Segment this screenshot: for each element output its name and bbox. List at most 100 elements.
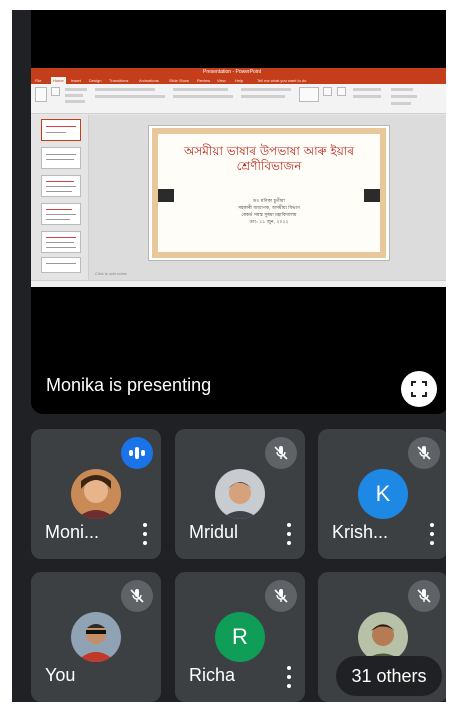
ppt-tab-transitions: Transitions [109,78,129,83]
thumb-line [46,247,76,248]
audio-bar [141,450,145,456]
participant-tile[interactable]: Moni... [31,429,161,559]
avatar [71,469,121,519]
ppt-ribbon-tabs: File Home Insert Design Transitions Anim… [31,77,446,84]
more-options-button[interactable] [141,523,149,545]
slide-designation: সহকাৰী অধ্যাপক, অসমীয়া বিভাগ [238,206,300,211]
others-button[interactable]: 31 others [336,656,442,696]
thumb-line [46,214,76,215]
presentation-stage[interactable]: Presentation - PowerPoint File Home Inse… [31,10,446,414]
align-text [241,95,285,98]
mic-off-glyph [274,446,288,460]
thumb-line [46,154,76,155]
slide-college: ৰেকৰ্ড সমস্ত সুৰমা মহাবিদ্যালয় [241,213,297,218]
shape-fill [353,88,381,91]
thumb-line [46,219,70,220]
dot-icon [143,541,147,545]
audio-bar [129,450,133,456]
mic-off-icon [121,580,153,612]
avatar: K [358,469,408,519]
participant-tile[interactable]: Mridul [175,429,305,559]
ppt-tab-view: View [217,78,226,83]
fullscreen-icon [411,381,427,397]
thumb-line [46,132,66,133]
slide-date: তাং: ১১ জুন, ২০২২ [249,220,289,225]
participant-name: Moni... [45,522,100,542]
dot-icon [430,532,434,536]
ppt-status-bar [31,280,446,287]
slide-thumbnail [41,203,81,225]
mic-off-glyph [274,589,288,603]
arrange-icon [323,87,332,96]
participant-tile[interactable]: R Richa [175,572,305,702]
thumb-line [46,209,72,210]
avatar-photo [71,612,121,662]
thumb-line [46,159,74,160]
speaking-indicator-icon [121,437,153,469]
dot-icon [143,523,147,527]
avatar-letter: K [375,481,391,506]
current-slide: অসমীয়া ভাষাৰ উপভাষা আৰু ইয়াৰ শ্ৰেণীবিভ… [148,125,390,261]
avatar-letter: R [232,624,248,649]
mic-off-icon [265,580,297,612]
mic-off-glyph [417,589,431,603]
more-options-button[interactable] [285,523,293,545]
thumb-line [46,126,76,127]
avatar [71,612,121,662]
dot-icon [287,666,291,670]
presenting-label: Monika is presenting [46,375,212,395]
ppt-tell-me: Tell me what you want to do [257,78,307,83]
dot-icon [287,541,291,545]
thumb-line [46,191,72,192]
paste-icon [35,87,47,102]
slide-title-line1: অসমীয়া ভাষাৰ উপভাষা আৰু ইয়াৰ [183,144,355,158]
dot-icon [430,541,434,545]
dot-icon [430,523,434,527]
avatar-photo [71,469,121,519]
ppt-tab-review: Review [197,78,211,83]
slide-author: ড০ মণিকা চুতীয়া [253,199,285,204]
avatar-photo [215,469,265,519]
ppt-tab-design: Design [89,78,102,83]
dot-icon [143,532,147,536]
shared-screen: Presentation - PowerPoint File Home Inse… [31,68,446,287]
text-direction [241,88,291,91]
font-format-row [95,95,165,98]
ribbon-item [65,88,87,91]
replace [391,95,417,98]
ppt-tab-file: File [35,78,42,83]
meet-window: Presentation - PowerPoint File Home Inse… [12,10,446,702]
quick-styles-icon [337,87,346,96]
slide-thumbnail [41,147,81,169]
thumb-line [46,237,76,238]
thumb-line [46,263,76,264]
dot-icon [287,675,291,679]
mic-off-icon [408,580,440,612]
participant-tile[interactable]: K Krish... [318,429,446,559]
mic-off-icon [265,437,297,469]
more-options-button[interactable] [428,523,436,545]
fullscreen-button[interactable] [401,371,437,407]
thumb-line [46,242,74,243]
more-options-button[interactable] [285,666,293,688]
slide-title: অসমীয়া ভাষাৰ উপভাষা আৰু ইয়াৰ শ্ৰেণীবিভ… [158,144,380,174]
slide-thumbnail [41,119,81,141]
find [391,88,413,91]
paragraph-row [173,88,228,91]
select [391,102,411,105]
dot-icon [287,684,291,688]
slide-border: অসমীয়া ভাষাৰ উপভাষা আৰু ইয়াৰ শ্ৰেণীবিভ… [152,128,386,258]
participant-tile[interactable]: You [31,572,161,702]
slide-thumbnail [41,175,81,197]
participant-name: Mridul [189,522,239,542]
avatar [215,469,265,519]
shape-outline [353,95,381,98]
dot-icon [287,523,291,527]
ppt-window-title: Presentation - PowerPoint [203,69,262,75]
thumb-line [46,181,74,182]
notes-hint: Click to add notes [95,271,127,276]
new-slide-icon [51,87,60,96]
participant-name: Krish... [332,522,389,542]
audio-bar [135,447,139,459]
ppt-title-bar: Presentation - PowerPoint [31,68,446,77]
